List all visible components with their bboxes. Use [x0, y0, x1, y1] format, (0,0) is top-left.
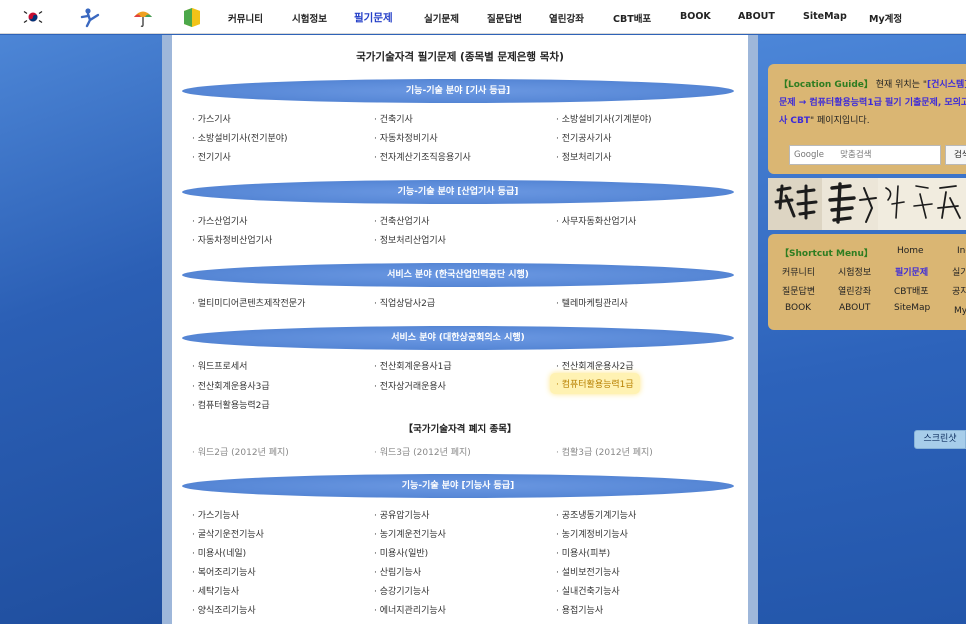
- location-guide-label: 【Location Guide】: [779, 80, 873, 90]
- exam-link[interactable]: · 가스기능사: [192, 508, 239, 521]
- exam-link[interactable]: · 미용사(피부): [556, 546, 610, 559]
- retired-exam-link[interactable]: · 워드2급 (2012년 폐지): [192, 445, 289, 458]
- exam-link[interactable]: · 자동차정비산업기사: [192, 233, 272, 246]
- exam-link[interactable]: · 농기계운전기능사: [374, 527, 446, 540]
- exam-link[interactable]: · 소방설비기사(전기분야): [192, 131, 288, 144]
- exam-link[interactable]: · 건축산업기사: [374, 214, 429, 227]
- exam-link[interactable]: · 전기공사기사: [556, 131, 611, 144]
- exam-link[interactable]: · 가스기사: [192, 112, 231, 125]
- exam-link-highlighted[interactable]: · 컴퓨터활용능력1급: [550, 373, 640, 394]
- nav-exam-info[interactable]: 시험정보: [292, 11, 327, 25]
- exam-link[interactable]: · 직업상담사2급: [374, 296, 435, 309]
- section-banner-service-hrdk: 서비스 분야 (한국산업인력공단 시행): [182, 263, 734, 287]
- nav-my-account[interactable]: My계정: [869, 11, 902, 25]
- exam-link[interactable]: · 전자계산기조직응용기사: [374, 150, 471, 163]
- background-left: [0, 35, 162, 624]
- exam-link[interactable]: · 세탁기능사: [192, 584, 239, 597]
- section-banner-engineer: 기능-기술 분야 [기사 등급]: [182, 79, 734, 103]
- book-icon[interactable]: [181, 6, 203, 28]
- exam-link[interactable]: · 굴삭기운전기능사: [192, 527, 264, 540]
- nav-qna[interactable]: 질문답변: [487, 11, 522, 25]
- shortcut-qna[interactable]: 질문답변: [782, 284, 815, 297]
- search-button[interactable]: 검색: [945, 145, 966, 165]
- exam-link[interactable]: · 가스산업기사: [192, 214, 247, 227]
- exam-link[interactable]: · 산림기능사: [374, 565, 421, 578]
- section-banner-industrial-engineer: 기능-기술 분야 [산업기사 등급]: [182, 180, 734, 204]
- exam-link[interactable]: · 실내건축기능사: [556, 584, 620, 597]
- shortcut-open-lecture[interactable]: 열린강좌: [838, 284, 871, 297]
- exam-link[interactable]: · 전산회계운용사3급: [192, 379, 270, 392]
- retired-exam-link[interactable]: · 워드3급 (2012년 폐지): [374, 445, 471, 458]
- exam-link[interactable]: · 정보처리산업기사: [374, 233, 446, 246]
- exam-link[interactable]: · 소방설비기사(기계분야): [556, 112, 652, 125]
- section-banner-service-kcci: 서비스 분야 (대한상공회의소 시행): [182, 326, 734, 350]
- shortcut-index[interactable]: Index: [957, 246, 966, 256]
- shortcut-sitemap[interactable]: SiteMap: [894, 303, 930, 313]
- exam-link[interactable]: · 양식조리기능사: [192, 603, 256, 616]
- nav-written-exam[interactable]: 필기문제: [354, 10, 393, 25]
- location-guide-suffix: " 페이지입니다.: [810, 116, 870, 126]
- nav-open-lecture[interactable]: 열린강좌: [549, 11, 584, 25]
- shortcut-community[interactable]: 커뮤니티: [782, 265, 815, 278]
- nav-community[interactable]: 커뮤니티: [228, 11, 263, 25]
- shortcut-home[interactable]: Home: [897, 246, 924, 256]
- nav-sitemap[interactable]: SiteMap: [803, 11, 847, 22]
- shortcut-exam-info[interactable]: 시험정보: [838, 265, 871, 278]
- exam-link[interactable]: · 워드프로세서: [192, 359, 247, 372]
- exam-link[interactable]: · 전산회계운용사1급: [374, 359, 452, 372]
- location-guide-prefix: 현재 위치는 ": [872, 80, 927, 90]
- shortcut-practical-exam[interactable]: 실기문제: [952, 265, 966, 278]
- exam-link[interactable]: · 컴퓨터활용능력2급: [192, 398, 270, 411]
- google-search-input[interactable]: [789, 145, 941, 165]
- exam-link[interactable]: · 설비보전기능사: [556, 565, 620, 578]
- content-border-left: [162, 35, 172, 624]
- location-guide-text: 【Location Guide】 현재 위치는 "[건시스템] 문제 → 컴퓨터…: [779, 76, 966, 130]
- exam-link[interactable]: · 전산회계운용사2급: [556, 359, 634, 372]
- exam-link[interactable]: · 전기기사: [192, 150, 231, 163]
- section-banner-craftsman: 기능-기술 분야 [기능사 등급]: [182, 474, 734, 498]
- exam-link[interactable]: · 공조냉동기계기능사: [556, 508, 636, 521]
- page-title: 국가기술자격 필기문제 (종목별 문제은행 목차): [356, 51, 564, 63]
- content-border-right: [748, 35, 758, 624]
- exam-link[interactable]: · 복어조리기능사: [192, 565, 256, 578]
- shortcut-menu-panel: 【Shortcut Menu】 Home Index 커뮤니티 시험정보 필기문…: [768, 234, 966, 330]
- exam-link[interactable]: · 전자상거래운용사: [374, 379, 446, 392]
- retired-exams-title: 【국가기술자격 폐지 종목】: [403, 424, 517, 435]
- taekwondo-kick-icon[interactable]: [78, 6, 100, 28]
- exam-link[interactable]: · 용접기능사: [556, 603, 603, 616]
- umbrella-icon[interactable]: [132, 6, 154, 28]
- exam-link[interactable]: · 승강기기능사: [374, 584, 429, 597]
- exam-link[interactable]: · 농기계정비기능사: [556, 527, 628, 540]
- exam-link[interactable]: · 미용사(일반): [374, 546, 428, 559]
- nav-cbt[interactable]: CBT배포: [613, 11, 651, 25]
- shortcut-menu-title: 【Shortcut Menu】: [780, 249, 873, 259]
- exam-link[interactable]: · 건축기사: [374, 112, 413, 125]
- exam-link[interactable]: · 사무자동화산업기사: [556, 214, 636, 227]
- exam-link[interactable]: · 미용사(네일): [192, 546, 246, 559]
- exam-link[interactable]: · 공유압기능사: [374, 508, 429, 521]
- top-navigation: 커뮤니티 시험정보 필기문제 실기문제 질문답변 열린강좌 CBT배포 BOOK…: [0, 0, 966, 34]
- shortcut-my-account[interactable]: My계정: [954, 303, 966, 316]
- screenshot-button[interactable]: 스크린샷: [914, 430, 966, 449]
- shortcut-written-exam[interactable]: 필기문제: [895, 265, 928, 278]
- exam-link[interactable]: · 에너지관리기능사: [374, 603, 446, 616]
- shortcut-about[interactable]: ABOUT: [839, 303, 870, 313]
- korea-flag-icon[interactable]: [22, 6, 44, 28]
- nav-book[interactable]: BOOK: [680, 11, 711, 22]
- shortcut-notice[interactable]: 공지사항: [952, 284, 966, 297]
- exam-link[interactable]: · 텔레마케팅관리사: [556, 296, 628, 309]
- shortcut-cbt[interactable]: CBT배포: [894, 284, 929, 297]
- nav-practical-exam[interactable]: 실기문제: [424, 11, 459, 25]
- calligraphy-banner-image: [768, 178, 966, 230]
- retired-exam-link[interactable]: · 컴활3급 (2012년 폐지): [556, 445, 653, 458]
- location-guide-panel: 【Location Guide】 현재 위치는 "[건시스템] 문제 → 컴퓨터…: [768, 64, 966, 174]
- shortcut-book[interactable]: BOOK: [785, 303, 811, 313]
- nav-about[interactable]: ABOUT: [738, 11, 775, 22]
- exam-link[interactable]: · 자동차정비기사: [374, 131, 438, 144]
- main-content: 국가기술자격 필기문제 (종목별 문제은행 목차) 기능-기술 분야 [기사 등…: [172, 35, 748, 624]
- exam-link[interactable]: · 멀티미디어콘텐츠제작전문가: [192, 296, 305, 309]
- exam-link[interactable]: · 정보처리기사: [556, 150, 611, 163]
